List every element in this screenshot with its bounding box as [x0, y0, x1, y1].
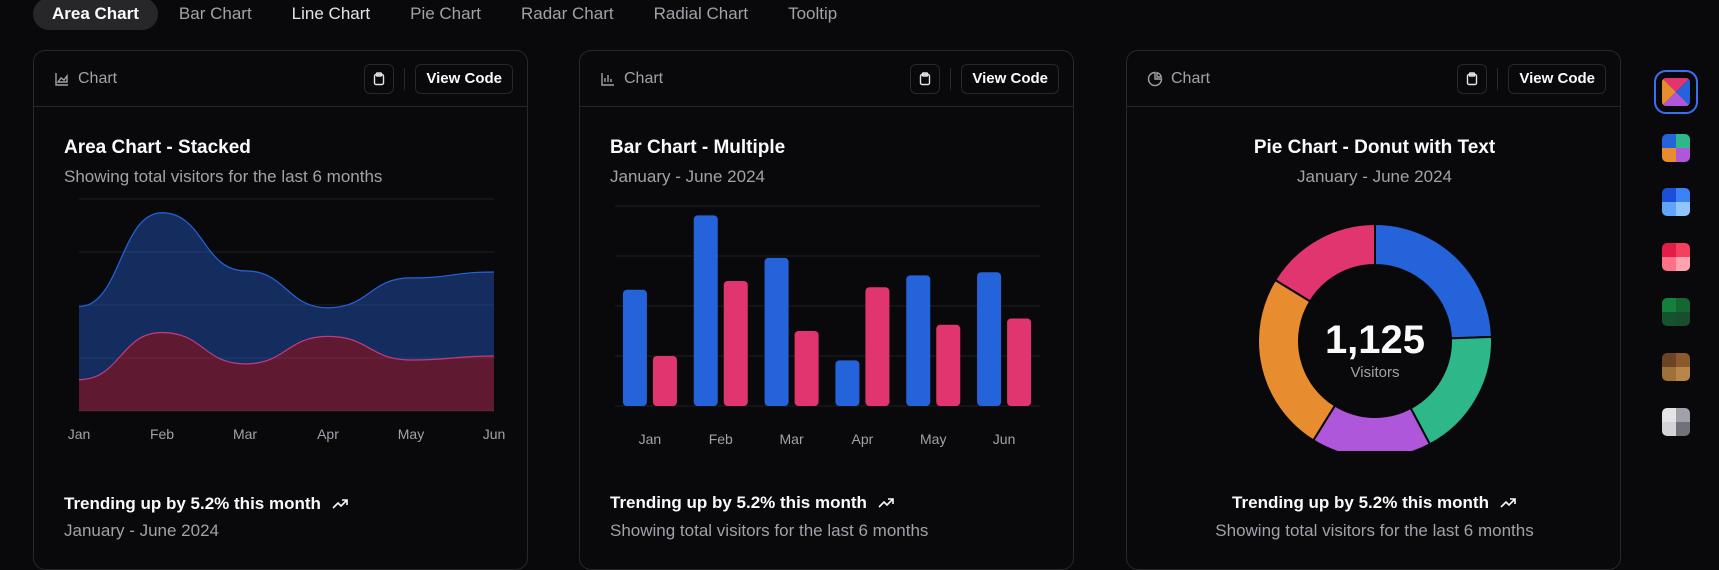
- x-tick-label: May: [920, 431, 946, 447]
- x-tick-label: Mar: [780, 431, 804, 447]
- palette-swatch-rose[interactable]: [1662, 243, 1690, 271]
- swatch-quadrant: [1662, 312, 1676, 326]
- bar: [794, 331, 819, 406]
- bar: [865, 287, 890, 406]
- palette-swatch-mixed[interactable]: [1654, 70, 1698, 114]
- palette-swatch-green[interactable]: [1662, 298, 1690, 326]
- tab-pie-chart[interactable]: Pie Chart: [391, 0, 500, 30]
- swatch-quadrant: [1676, 257, 1690, 271]
- tab-radial-chart[interactable]: Radial Chart: [635, 0, 768, 30]
- trending-up-icon: [1500, 498, 1516, 508]
- card-footer-trend: Trending up by 5.2% this month: [64, 494, 349, 514]
- bar: [693, 215, 718, 406]
- card-footer-trend: Trending up by 5.2% this month: [610, 493, 895, 513]
- donut-center-value: 1,125: [1325, 318, 1425, 362]
- swatch-quadrant: [1662, 298, 1676, 312]
- x-tick-label: Apr: [317, 426, 339, 442]
- donut-slice: [1273, 222, 1376, 303]
- bar: [652, 356, 677, 406]
- swatch-quadrant: [1676, 353, 1690, 367]
- swatch-quadrant: [1676, 148, 1690, 162]
- palette-swatch-blue[interactable]: [1662, 188, 1690, 216]
- bar: [936, 324, 961, 406]
- swatch-quadrant: [1676, 188, 1690, 202]
- swatch-quadrant: [1662, 202, 1676, 216]
- swatch-quadrant: [1662, 243, 1676, 257]
- bar-chart-card: Chart View Code Bar Chart - Multiple Jan…: [579, 50, 1074, 570]
- chart-type-tabs: Area Chart Bar Chart Line Chart Pie Char…: [33, 0, 858, 30]
- tab-bar-chart[interactable]: Bar Chart: [160, 0, 271, 30]
- donut-chart: 1,125 Visitors: [1257, 222, 1493, 451]
- donut-center-label: Visitors: [1351, 364, 1400, 381]
- bar: [835, 360, 860, 406]
- bar: [723, 281, 748, 406]
- swatch-quadrant: [1662, 422, 1676, 436]
- bar: [1007, 318, 1032, 406]
- trend-text: Trending up by 5.2% this month: [610, 493, 867, 512]
- bar: [977, 272, 1002, 406]
- area-chart: Jan Feb Mar Apr May Jun: [68, 198, 506, 442]
- swatch-quadrant: [1662, 148, 1676, 162]
- bar: [622, 289, 647, 406]
- card-footer-sub: January - June 2024: [64, 521, 219, 540]
- x-tick-label: Apr: [852, 431, 874, 447]
- tab-area-chart[interactable]: Area Chart: [33, 0, 158, 30]
- swatch-quadrant: [1676, 367, 1690, 381]
- bar: [764, 257, 789, 406]
- swatch-quadrant: [1662, 408, 1676, 422]
- palette-swatch-graphic: [1662, 78, 1690, 106]
- x-tick-label: Jun: [483, 426, 506, 442]
- x-tick-label: Jun: [993, 431, 1016, 447]
- donut-slice: [1257, 278, 1337, 442]
- palette-swatch-default[interactable]: [1662, 134, 1690, 162]
- swatch-quadrant: [1676, 202, 1690, 216]
- swatch-quadrant: [1676, 408, 1690, 422]
- trending-up-icon: [878, 498, 894, 508]
- swatch-quadrant: [1662, 134, 1676, 148]
- card-footer-trend: Trending up by 5.2% this month: [1127, 493, 1620, 513]
- swatch-quadrant: [1662, 257, 1676, 271]
- card-footer-sub: Showing total visitors for the last 6 mo…: [610, 521, 929, 540]
- trend-text: Trending up by 5.2% this month: [1232, 493, 1489, 512]
- card-footer-sub: Showing total visitors for the last 6 mo…: [1215, 521, 1534, 540]
- tab-radar-chart[interactable]: Radar Chart: [502, 0, 633, 30]
- x-tick-label: Feb: [709, 431, 733, 447]
- x-tick-label: Jan: [68, 426, 91, 442]
- tab-line-chart[interactable]: Line Chart: [273, 0, 389, 30]
- swatch-quadrant: [1662, 367, 1676, 381]
- swatch-quadrant: [1662, 188, 1676, 202]
- x-tick-label: Feb: [150, 426, 174, 442]
- swatch-quadrant: [1676, 134, 1690, 148]
- area-chart-card: Chart View Code Area Chart - Stacked Sho…: [33, 50, 528, 570]
- trend-text: Trending up by 5.2% this month: [64, 494, 321, 513]
- palette-swatch-brown[interactable]: [1662, 353, 1690, 381]
- tab-tooltip[interactable]: Tooltip: [769, 0, 856, 30]
- pie-chart-card: Chart View Code Pie Chart - Donut with T…: [1126, 50, 1621, 570]
- trending-up-icon: [332, 499, 348, 509]
- bar-chart: Jan Feb Mar Apr May Jun: [615, 205, 1040, 447]
- swatch-quadrant: [1662, 353, 1676, 367]
- swatch-quadrant: [1676, 312, 1690, 326]
- swatch-quadrant: [1676, 422, 1690, 436]
- bar: [906, 275, 931, 406]
- swatch-quadrant: [1676, 243, 1690, 257]
- x-tick-label: Jan: [639, 431, 662, 447]
- swatch-quadrant: [1676, 298, 1690, 312]
- palette-swatch-neutral[interactable]: [1662, 408, 1690, 436]
- x-tick-label: Mar: [233, 426, 257, 442]
- x-tick-label: May: [398, 426, 424, 442]
